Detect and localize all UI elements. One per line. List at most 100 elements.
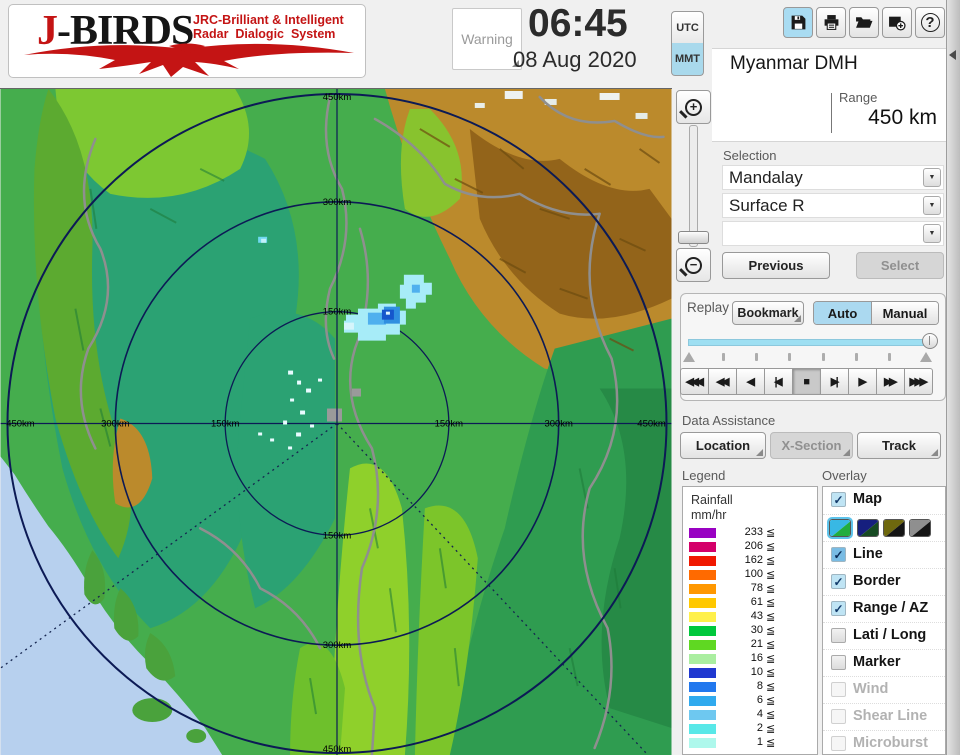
zoom-in-button[interactable]: + [676, 90, 711, 124]
clock-time: 06:45 [528, 2, 628, 46]
app-logo: J-BIRDS JRC-Brilliant & IntelligentRadar… [8, 4, 366, 78]
overlay-row-marker[interactable]: Marker [823, 649, 946, 676]
bookmark-button[interactable]: Bookmark [732, 301, 804, 325]
zoom-slider-track[interactable] [689, 125, 698, 247]
legend-color [689, 724, 716, 734]
legend-label: Legend [682, 468, 725, 483]
overlay-row-lati-long[interactable]: Lati / Long [823, 622, 946, 649]
map-style-4[interactable] [909, 519, 931, 537]
track-button[interactable]: Track [857, 432, 941, 459]
legend-color [689, 556, 716, 566]
replay-slider-thumb[interactable] [922, 333, 938, 349]
svg-text:300km: 300km [323, 640, 352, 651]
checkbox-border[interactable]: ✓ [831, 574, 846, 589]
help-icon: ? [921, 13, 940, 32]
svg-text:150km: 150km [211, 418, 240, 429]
image-add-icon [888, 14, 906, 31]
rewind-fast-button[interactable]: ◀◀◀ [680, 368, 709, 395]
utc-button[interactable]: UTC [671, 11, 704, 44]
overlay-row-line[interactable]: ✓ Line [823, 541, 946, 568]
play-button[interactable]: ▶ [848, 368, 877, 395]
replay-label: Replay [687, 300, 729, 315]
warning-button[interactable]: Warning [452, 8, 522, 70]
svg-text:450km: 450km [6, 418, 35, 429]
forward-button[interactable]: ▶▶ [876, 368, 905, 395]
slider-tick [722, 353, 725, 361]
panel-splitter[interactable] [946, 0, 960, 755]
legend-color [689, 710, 716, 720]
rewind-button[interactable]: ◀◀ [708, 368, 737, 395]
step-back-button[interactable]: |◀ [764, 368, 793, 395]
playback-controls: ◀◀◀ ◀◀ ◀ |◀ ■ ▶| ▶ ▶▶ ▶▶▶ [681, 368, 933, 395]
slider-tick [788, 353, 791, 361]
svg-text:150km: 150km [435, 418, 464, 429]
checkbox-map[interactable]: ✓ [831, 492, 846, 507]
site-dropdown[interactable]: Mandalay ▼ [722, 165, 944, 190]
legend-color [689, 598, 716, 608]
overlay-label: Overlay [822, 468, 867, 483]
toolbar: ? [783, 7, 945, 38]
zoom-slider-thumb[interactable] [678, 231, 709, 244]
warning-label: Warning [461, 31, 513, 47]
checkbox-line[interactable]: ✓ [831, 547, 846, 562]
chevron-down-icon[interactable]: ▼ [923, 168, 941, 187]
logo-tagline: JRC-Brilliant & IntelligentRadar Dialogi… [193, 13, 344, 41]
collapse-panel-icon[interactable] [949, 50, 956, 60]
printer-icon [823, 14, 840, 31]
overlay-row-range-az[interactable]: ✓ Range / AZ [823, 595, 946, 622]
map-style-1[interactable] [829, 519, 851, 537]
floppy-icon [790, 14, 807, 31]
legend-title: Rainfall [691, 493, 733, 507]
auto-button[interactable]: Auto [814, 302, 872, 324]
rainfall-legend: Rainfall mm/hr 233≦ 206≦ 162≦ 100≦ 78≦ 6… [682, 486, 818, 755]
location-button[interactable]: Location [680, 432, 766, 459]
legend-color [689, 668, 716, 678]
map-style-2[interactable] [857, 519, 879, 537]
legend-color [689, 528, 716, 538]
folder-open-icon [855, 14, 873, 31]
print-button[interactable] [816, 7, 846, 38]
manual-button[interactable]: Manual [872, 302, 938, 324]
previous-button[interactable]: Previous [722, 252, 830, 279]
station-name: Myanmar DMH [730, 53, 858, 75]
slider-tick [822, 353, 825, 361]
zoom-out-button[interactable]: − [676, 248, 711, 282]
eagle-logo-icon [19, 41, 359, 77]
svg-text:150km: 150km [323, 530, 352, 541]
auto-manual-toggle: Auto Manual [813, 301, 939, 325]
range-value: 450 km [831, 106, 937, 130]
play-backward-button[interactable]: ◀ [736, 368, 765, 395]
checkbox-shear-line [831, 709, 846, 724]
extra-dropdown[interactable]: ▼ [722, 221, 944, 246]
save-button[interactable] [783, 7, 813, 38]
chevron-down-icon[interactable]: ▼ [923, 196, 941, 215]
select-button[interactable]: Select [856, 252, 944, 279]
svg-text:300km: 300km [323, 197, 352, 208]
site-dropdown-value: Mandalay [729, 168, 803, 188]
checkbox-lati-long[interactable] [831, 628, 846, 643]
legend-color [689, 626, 716, 636]
mmt-button[interactable]: MMT [671, 43, 704, 76]
step-forward-button[interactable]: ▶| [820, 368, 849, 395]
product-dropdown[interactable]: Surface R ▼ [722, 193, 944, 218]
chevron-down-icon[interactable]: ▼ [923, 224, 941, 243]
map-style-3[interactable] [883, 519, 905, 537]
forward-fast-button[interactable]: ▶▶▶ [904, 368, 933, 395]
legend-color [689, 654, 716, 664]
replay-slider-track[interactable] [688, 339, 928, 346]
help-button[interactable]: ? [915, 7, 945, 38]
overlay-row-map[interactable]: ✓ Map [823, 487, 946, 514]
radar-map[interactable]: 450km 300km 150km 150km 300km 450km 450k… [0, 88, 672, 755]
zoom-out-icon: − [685, 257, 702, 274]
checkbox-marker[interactable] [831, 655, 846, 670]
stop-button[interactable]: ■ [792, 368, 821, 395]
checkbox-range-az[interactable]: ✓ [831, 601, 846, 616]
capture-image-button[interactable] [882, 7, 912, 38]
zoom-in-icon: + [685, 99, 702, 116]
overlay-row-border[interactable]: ✓ Border [823, 568, 946, 595]
map-style-swatches [823, 514, 946, 541]
range-label: Range [839, 90, 877, 105]
open-folder-button[interactable] [849, 7, 879, 38]
svg-text:150km: 150km [323, 307, 352, 318]
xsection-button[interactable]: X-Section [770, 432, 853, 459]
